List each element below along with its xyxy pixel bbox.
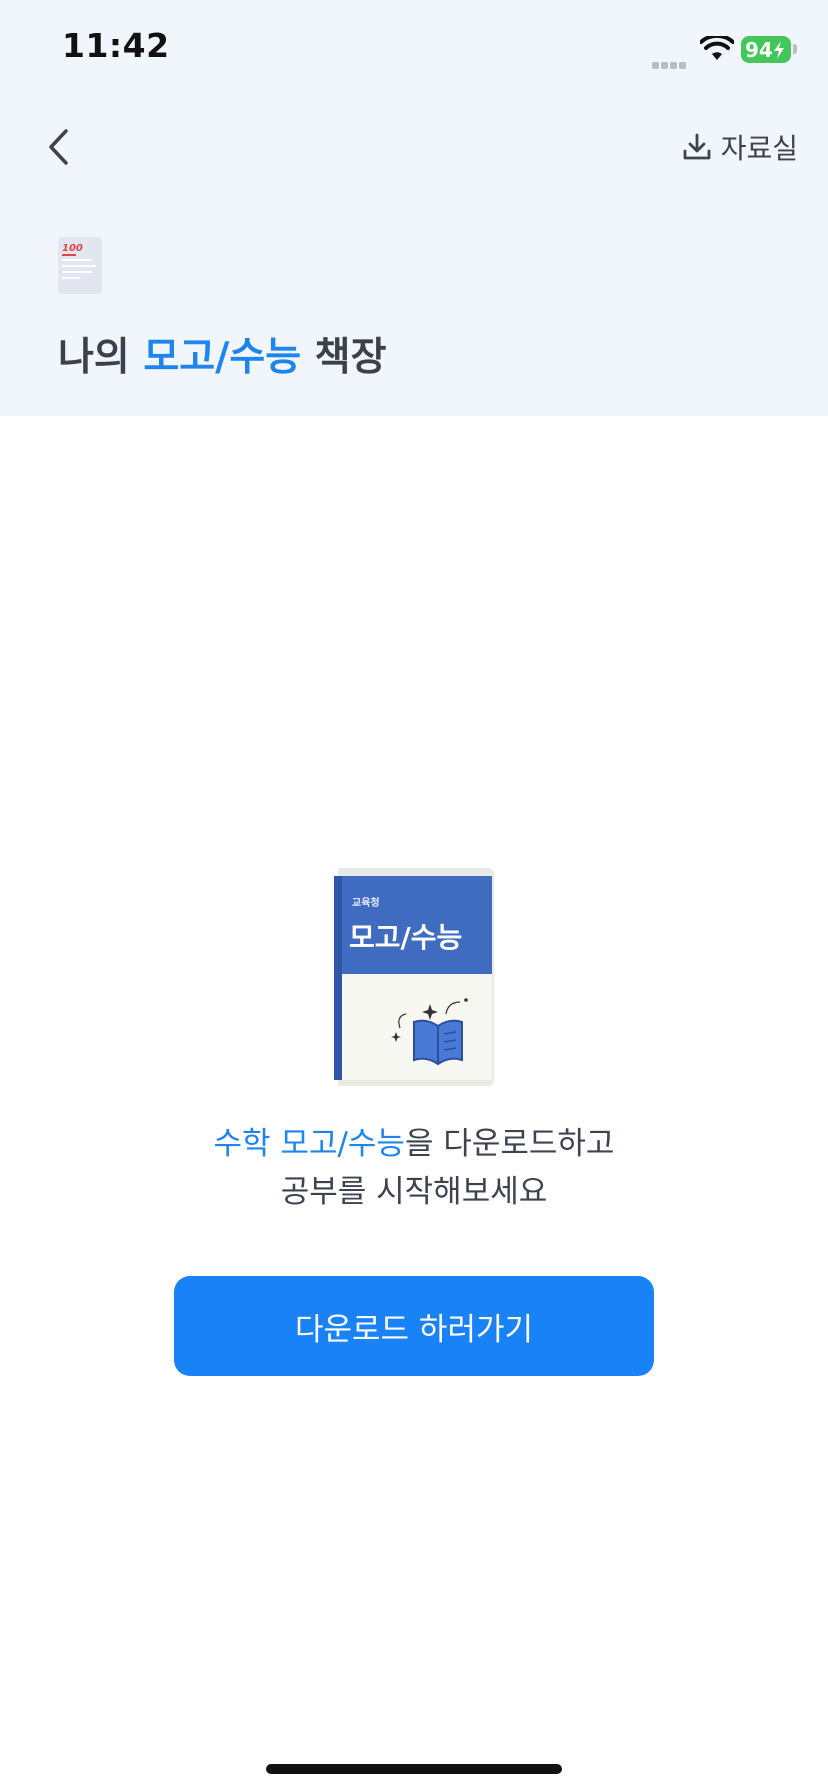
- title-prefix: 나의: [58, 335, 144, 380]
- open-book-icon: [391, 998, 468, 1066]
- book-title: 모고/수능: [349, 921, 463, 954]
- status-time: 11:42: [62, 26, 170, 65]
- cellular-signal-icon: [652, 54, 690, 69]
- chevron-left-icon: [49, 129, 68, 165]
- book-illustration: 교육청 모고/수능: [334, 866, 494, 1088]
- message-line-2: 공부를 시작해보세요: [280, 1174, 548, 1210]
- message-highlight: 수학 모고/수능: [213, 1126, 405, 1162]
- empty-state-message: 수학 모고/수능을 다운로드하고 공부를 시작해보세요: [0, 1120, 828, 1216]
- download-icon: [683, 133, 711, 160]
- archive-label: 자료실: [720, 132, 798, 165]
- status-bar: 11:42 94: [0, 0, 828, 100]
- message-line1-rest: 을 다운로드하고: [404, 1126, 615, 1162]
- go-to-download-button[interactable]: 다운로드 하러가기: [174, 1276, 654, 1376]
- battery-tip: [793, 44, 797, 54]
- battery-icon: 94: [741, 36, 791, 63]
- battery-level: 94: [745, 37, 773, 62]
- title-highlight: 모고/수능: [143, 335, 302, 380]
- home-indicator: [266, 1764, 562, 1774]
- score-badge-text: 100: [62, 243, 83, 254]
- book-publisher: 교육청: [352, 898, 380, 909]
- page-title: 나의 모고/수능 책장: [58, 326, 386, 382]
- title-suffix: 책장: [301, 335, 387, 380]
- message-line-1: 수학 모고/수능을 다운로드하고: [0, 1120, 828, 1168]
- charging-bolt-icon: [773, 40, 784, 59]
- book-spine: [334, 876, 342, 1080]
- back-button[interactable]: [38, 122, 78, 172]
- score-document-icon: 100: [58, 237, 102, 294]
- archive-button[interactable]: 자료실: [681, 122, 798, 172]
- wifi-icon: [700, 36, 734, 60]
